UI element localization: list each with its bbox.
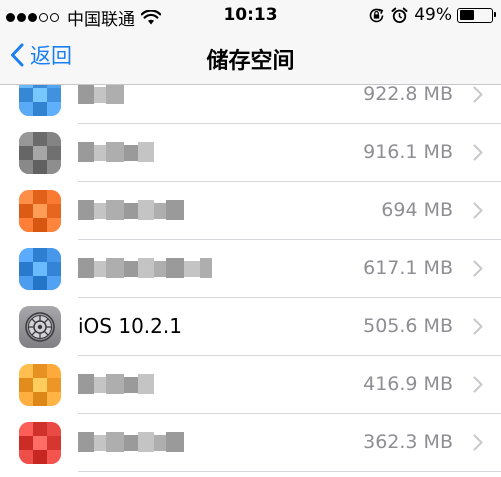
- chevron-right-icon: [473, 144, 483, 165]
- status-right: 49%: [368, 5, 496, 25]
- chevron-right-icon: [473, 376, 483, 397]
- blurred-app-icon: [19, 248, 61, 290]
- blurred-app-icon: [19, 364, 61, 406]
- app-storage-size: 416.9 MB: [363, 373, 453, 395]
- app-storage-row[interactable]: 362.3 MB: [0, 414, 501, 472]
- blurred-app-icon: [19, 132, 61, 174]
- row-separator: [78, 471, 501, 472]
- app-storage-size: 922.8 MB: [363, 85, 453, 105]
- app-storage-size: 694 MB: [381, 199, 453, 221]
- blurred-app-icon: [19, 190, 61, 232]
- app-storage-size: 617.1 MB: [363, 257, 453, 279]
- chevron-right-icon: [473, 260, 483, 281]
- chevron-right-icon: [473, 318, 483, 339]
- app-storage-row[interactable]: 416.9 MB: [0, 356, 501, 414]
- battery-icon: [457, 7, 496, 23]
- rotation-lock-icon: [369, 8, 384, 22]
- blurred-app-icon: [19, 85, 61, 116]
- app-storage-row[interactable]: 916.1 MB: [0, 124, 501, 182]
- app-storage-size: 362.3 MB: [363, 431, 453, 453]
- app-storage-size: 505.6 MB: [363, 315, 453, 337]
- app-storage-row[interactable]: 694 MB: [0, 182, 501, 240]
- battery-percent: 49%: [414, 5, 452, 25]
- app-storage-size: 916.1 MB: [363, 141, 453, 163]
- alarm-clock-icon: [391, 7, 408, 23]
- chevron-right-icon: [473, 434, 483, 455]
- blurred-app-icon: [19, 422, 61, 464]
- settings-gear-icon: [19, 306, 61, 348]
- navigation-bar: 返回 储存空间: [0, 30, 501, 85]
- status-bar: 中国联通 10:13 49%: [0, 0, 501, 30]
- app-name: iOS 10.2.1: [78, 314, 182, 338]
- page-title: 储存空间: [206, 49, 295, 74]
- app-storage-row[interactable]: 617.1 MB: [0, 240, 501, 298]
- chevron-right-icon: [473, 202, 483, 223]
- storage-app-list: 922.8 MB 916.1 MB 694 MB 617.1 MB iOS 10.2.1…: [0, 85, 501, 477]
- chevron-right-icon: [473, 86, 483, 107]
- app-storage-row[interactable]: 922.8 MB: [0, 85, 501, 124]
- app-storage-row[interactable]: iOS 10.2.1 505.6 MB: [0, 298, 501, 356]
